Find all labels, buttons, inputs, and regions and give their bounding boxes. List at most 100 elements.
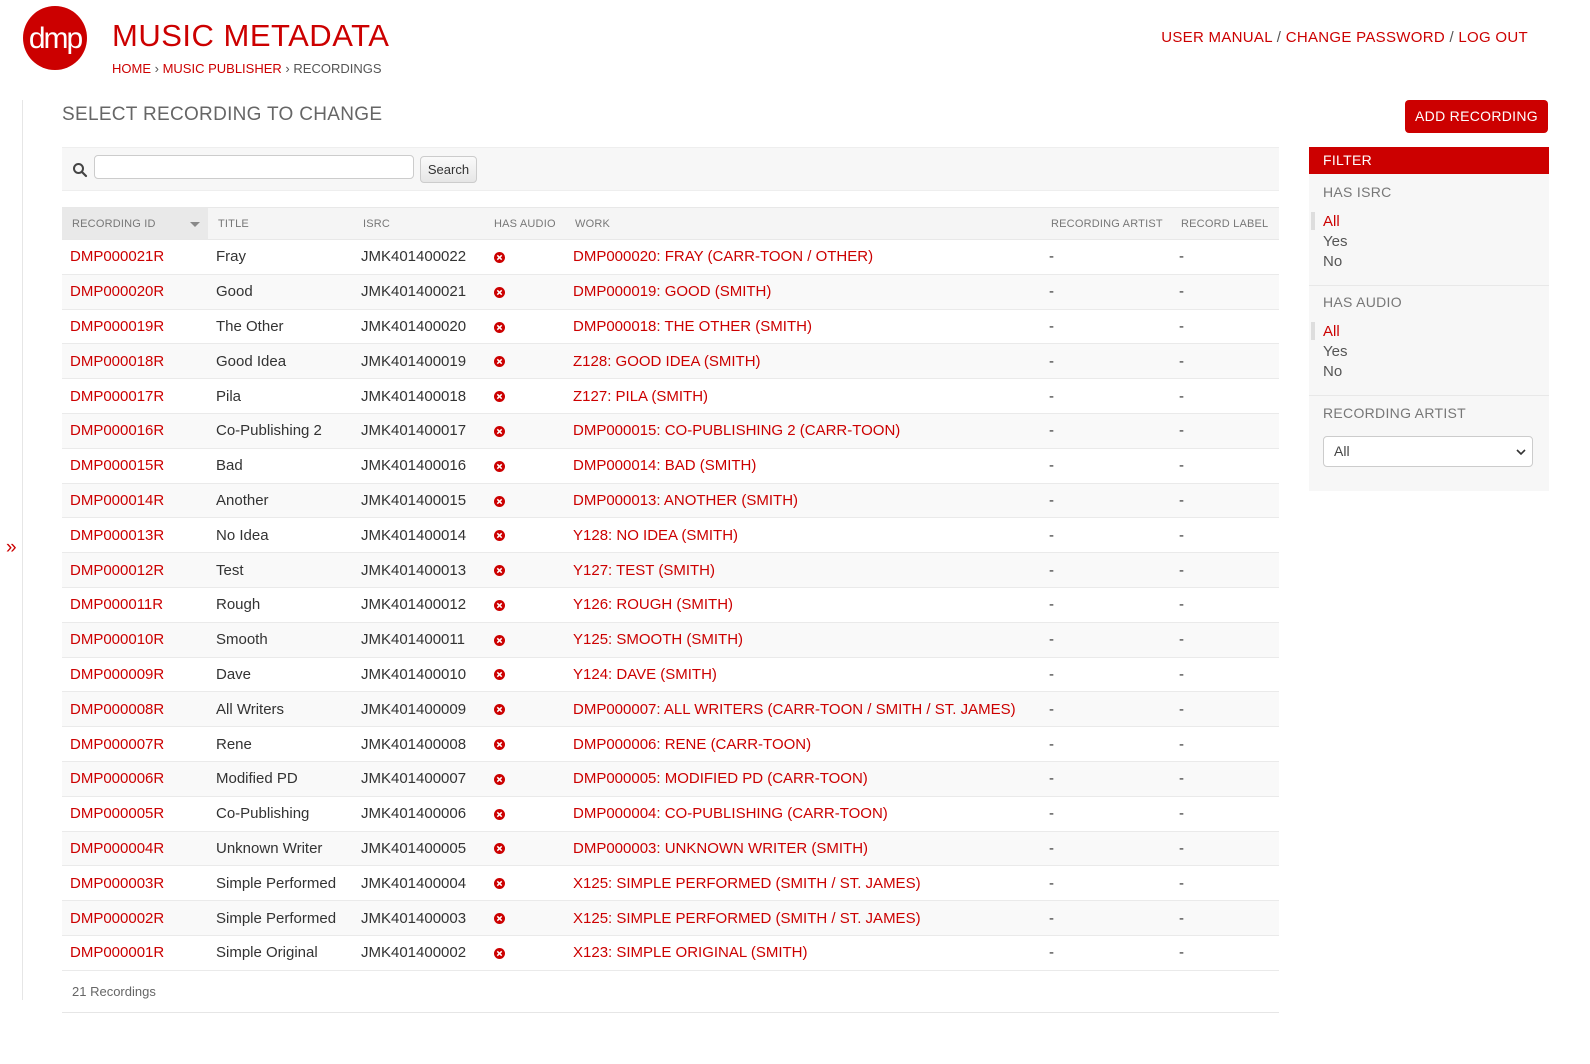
chevron-down-icon bbox=[1516, 449, 1526, 456]
recording-id-link[interactable]: DMP000013R bbox=[62, 517, 208, 554]
breadcrumb-music-publisher[interactable]: MUSIC PUBLISHER bbox=[163, 61, 282, 76]
work-link[interactable]: X125: SIMPLE PERFORMED (SMITH / ST. JAME… bbox=[565, 900, 1041, 936]
filter-has-audio-all[interactable]: All bbox=[1323, 323, 1340, 340]
recording-id-link[interactable]: DMP000021R bbox=[62, 239, 208, 275]
table-row: DMP000006R Modified PD JMK401400007 DMP0000… bbox=[62, 761, 1279, 797]
work-link[interactable]: X123: SIMPLE ORIGINAL (SMITH) bbox=[565, 935, 1041, 971]
has-audio-cell bbox=[484, 691, 565, 728]
recording-id-link[interactable]: DMP000009R bbox=[62, 657, 208, 693]
work-link[interactable]: Y128: NO IDEA (SMITH) bbox=[565, 517, 1041, 554]
no-audio-x-icon bbox=[494, 530, 505, 542]
filter-divider bbox=[1309, 395, 1549, 396]
work-link[interactable]: Y126: ROUGH (SMITH) bbox=[565, 587, 1041, 623]
recording-id-link[interactable]: DMP000005R bbox=[62, 796, 208, 832]
recording-id-link[interactable]: DMP000018R bbox=[62, 343, 208, 380]
recording-title: Smooth bbox=[208, 622, 353, 658]
change-password-link[interactable]: CHANGE PASSWORD bbox=[1286, 29, 1445, 46]
work-link[interactable]: Y127: TEST (SMITH) bbox=[565, 552, 1041, 588]
add-recording-button[interactable]: ADD RECORDING bbox=[1405, 100, 1548, 133]
has-audio-cell bbox=[484, 517, 565, 554]
work-link[interactable]: Z127: PILA (SMITH) bbox=[565, 378, 1041, 414]
no-audio-x-icon bbox=[494, 739, 505, 751]
recording-id-link[interactable]: DMP000001R bbox=[62, 935, 208, 971]
work-link[interactable]: X125: SIMPLE PERFORMED (SMITH / ST. JAME… bbox=[565, 865, 1041, 902]
logo-text: dmp bbox=[29, 22, 83, 55]
recording-title: All Writers bbox=[208, 691, 353, 728]
recording-artist-select[interactable]: All bbox=[1323, 436, 1533, 467]
recording-id-link[interactable]: DMP000008R bbox=[62, 691, 208, 728]
table-header-row: RECORDING ID TITLE ISRC HAS AUDIO WORK R… bbox=[62, 207, 1279, 240]
recording-id-link[interactable]: DMP000016R bbox=[62, 413, 208, 449]
recording-title: Simple Performed bbox=[208, 865, 353, 902]
work-link[interactable]: Z128: GOOD IDEA (SMITH) bbox=[565, 343, 1041, 380]
work-link[interactable]: Y124: DAVE (SMITH) bbox=[565, 657, 1041, 693]
work-link[interactable]: DMP000014: BAD (SMITH) bbox=[565, 448, 1041, 484]
work-link[interactable]: DMP000020: FRAY (CARR-TOON / OTHER) bbox=[565, 239, 1041, 275]
no-audio-x-icon bbox=[494, 495, 505, 507]
recording-title: Co-Publishing 2 bbox=[208, 413, 353, 449]
no-audio-x-icon bbox=[494, 704, 505, 716]
table-row: DMP000007R Rene JMK401400008 DMP000006: REN… bbox=[62, 726, 1279, 762]
work-link[interactable]: DMP000018: THE OTHER (SMITH) bbox=[565, 309, 1041, 345]
recording-title: Good Idea bbox=[208, 343, 353, 380]
filter-has-isrc-no[interactable]: No bbox=[1323, 253, 1342, 270]
recording-id-link[interactable]: DMP000011R bbox=[62, 587, 208, 623]
recording-artist-value: - bbox=[1041, 378, 1171, 414]
work-link[interactable]: DMP000007: ALL WRITERS (CARR-TOON / SMIT… bbox=[565, 691, 1041, 728]
recording-id-link[interactable]: DMP000012R bbox=[62, 552, 208, 588]
recording-title: Simple Performed bbox=[208, 900, 353, 936]
filter-has-isrc-all[interactable]: All bbox=[1323, 213, 1340, 230]
recording-isrc: JMK401400008 bbox=[353, 726, 484, 762]
column-header-title[interactable]: TITLE bbox=[208, 207, 353, 240]
recording-id-link[interactable]: DMP000010R bbox=[62, 622, 208, 658]
work-link[interactable]: Y125: SMOOTH (SMITH) bbox=[565, 622, 1041, 658]
recording-artist-value: - bbox=[1041, 865, 1171, 902]
recording-id-link[interactable]: DMP000019R bbox=[62, 309, 208, 345]
recording-isrc: JMK401400013 bbox=[353, 552, 484, 588]
work-link[interactable]: DMP000005: MODIFIED PD (CARR-TOON) bbox=[565, 761, 1041, 797]
recording-id-link[interactable]: DMP000003R bbox=[62, 865, 208, 902]
recording-id-link[interactable]: DMP000014R bbox=[62, 483, 208, 519]
table-row: DMP000020R Good JMK401400021 DMP000019: GOO… bbox=[62, 274, 1279, 310]
recording-title: Rough bbox=[208, 587, 353, 623]
column-header-record-label[interactable]: RECORD LABEL bbox=[1171, 207, 1279, 240]
recording-id-link[interactable]: DMP000002R bbox=[62, 900, 208, 936]
work-link[interactable]: DMP000006: RENE (CARR-TOON) bbox=[565, 726, 1041, 762]
sidebar-toggle-icon[interactable]: » bbox=[6, 537, 17, 559]
column-header-recording-artist[interactable]: RECORDING ARTIST bbox=[1041, 207, 1171, 240]
column-header-recording-id[interactable]: RECORDING ID bbox=[62, 207, 208, 240]
recording-id-link[interactable]: DMP000007R bbox=[62, 726, 208, 762]
filter-has-audio-no[interactable]: No bbox=[1323, 363, 1342, 380]
recording-id-link[interactable]: DMP000017R bbox=[62, 378, 208, 414]
recording-isrc: JMK401400006 bbox=[353, 796, 484, 832]
search-button[interactable]: Search bbox=[420, 156, 477, 183]
recording-isrc: JMK401400019 bbox=[353, 343, 484, 380]
recording-id-link[interactable]: DMP000015R bbox=[62, 448, 208, 484]
no-audio-x-icon bbox=[494, 634, 505, 646]
no-audio-x-icon bbox=[494, 599, 505, 611]
column-header-work[interactable]: WORK bbox=[565, 207, 1041, 240]
column-header-has-audio[interactable]: HAS AUDIO bbox=[484, 207, 565, 240]
work-link[interactable]: DMP000013: ANOTHER (SMITH) bbox=[565, 483, 1041, 519]
breadcrumb-home[interactable]: HOME bbox=[112, 61, 151, 76]
recording-isrc: JMK401400018 bbox=[353, 378, 484, 414]
recording-id-link[interactable]: DMP000006R bbox=[62, 761, 208, 797]
column-header-isrc[interactable]: ISRC bbox=[353, 207, 484, 240]
record-label-value: - bbox=[1171, 343, 1279, 380]
work-link[interactable]: DMP000004: CO-PUBLISHING (CARR-TOON) bbox=[565, 796, 1041, 832]
filter-has-isrc-yes[interactable]: Yes bbox=[1323, 233, 1347, 250]
user-manual-link[interactable]: USER MANUAL bbox=[1161, 29, 1272, 46]
recording-id-link[interactable]: DMP000020R bbox=[62, 274, 208, 310]
search-input[interactable] bbox=[94, 155, 414, 179]
no-audio-x-icon bbox=[494, 773, 505, 785]
recording-isrc: JMK401400011 bbox=[353, 622, 484, 658]
work-link[interactable]: DMP000003: UNKNOWN WRITER (SMITH) bbox=[565, 831, 1041, 867]
recording-artist-value: - bbox=[1041, 274, 1171, 310]
work-link[interactable]: DMP000015: CO-PUBLISHING 2 (CARR-TOON) bbox=[565, 413, 1041, 449]
filter-has-audio-yes[interactable]: Yes bbox=[1323, 343, 1347, 360]
work-link[interactable]: DMP000019: GOOD (SMITH) bbox=[565, 274, 1041, 310]
record-label-value: - bbox=[1171, 587, 1279, 623]
table-row: DMP000001R Simple Original JMK401400002 X12… bbox=[62, 935, 1279, 971]
log-out-link[interactable]: LOG OUT bbox=[1458, 29, 1528, 46]
recording-id-link[interactable]: DMP000004R bbox=[62, 831, 208, 867]
